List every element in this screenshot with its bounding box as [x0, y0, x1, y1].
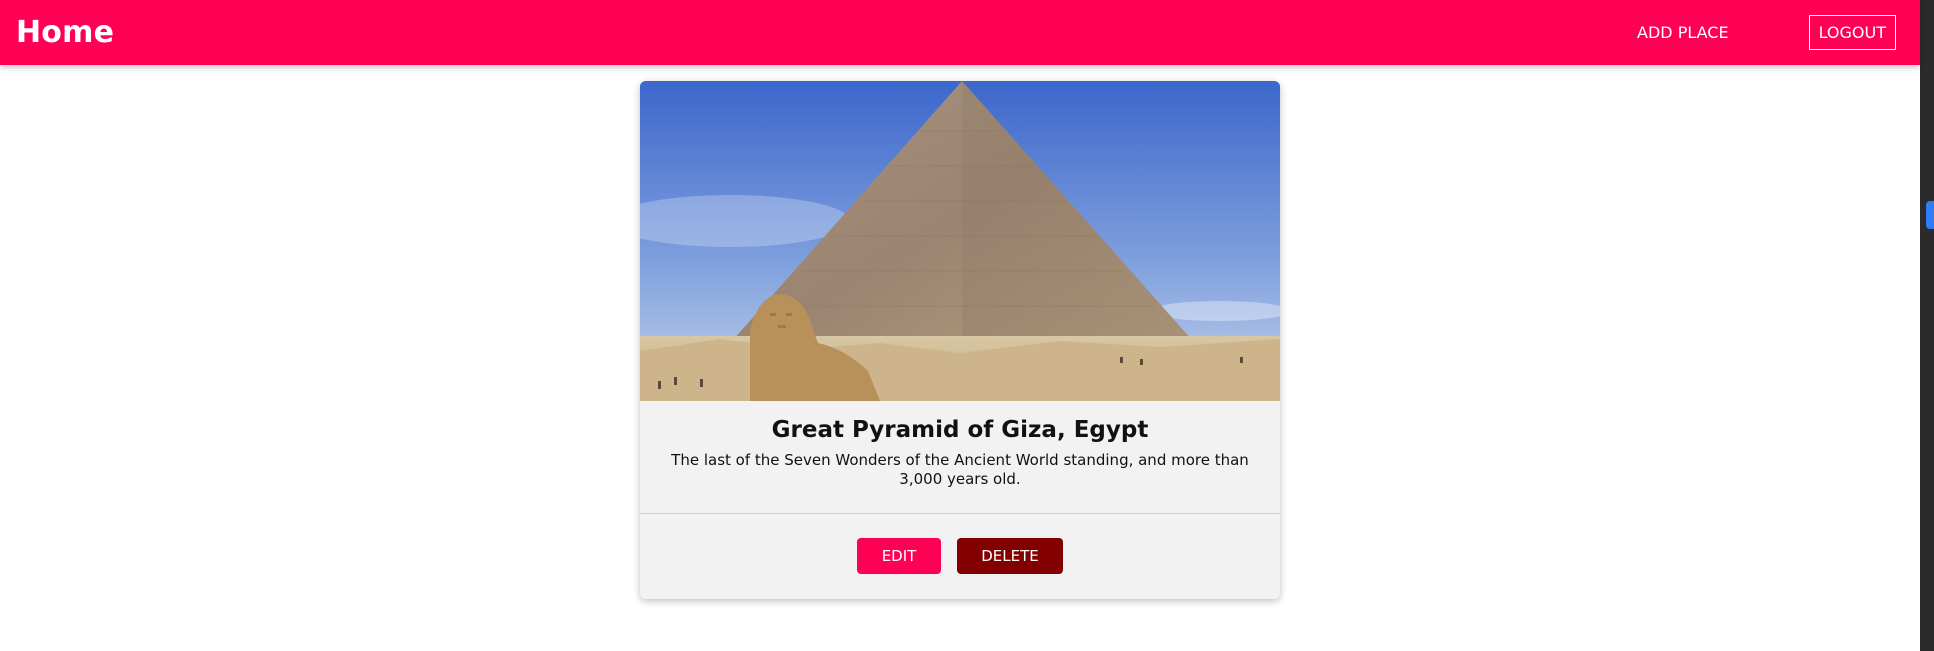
place-actions: EDIT DELETE — [640, 514, 1280, 598]
pyramid-image-illustration — [640, 81, 1280, 401]
page-title[interactable]: Home — [16, 15, 114, 50]
main-header: Home ADD PLACE LOGOUT — [0, 0, 1920, 65]
place-image — [640, 81, 1280, 401]
logout-button[interactable]: LOGOUT — [1808, 15, 1896, 50]
main-navigation: ADD PLACE LOGOUT — [1627, 15, 1904, 50]
add-place-link[interactable]: ADD PLACE — [1627, 16, 1739, 49]
scrollbar-thumb[interactable] — [1926, 201, 1934, 229]
place-info: Great Pyramid of Giza, Egypt The last of… — [640, 401, 1280, 514]
place-description: The last of the Seven Wonders of the Anc… — [671, 451, 1249, 488]
page-scrollbar[interactable] — [1920, 0, 1934, 651]
place-title: Great Pyramid of Giza, Egypt — [771, 417, 1149, 443]
place-card: Great Pyramid of Giza, Egypt The last of… — [640, 81, 1280, 599]
edit-button[interactable]: EDIT — [857, 538, 941, 574]
page: Home ADD PLACE LOGOUT Great Pyramid of G… — [0, 0, 1934, 651]
delete-button[interactable]: DELETE — [957, 538, 1063, 574]
